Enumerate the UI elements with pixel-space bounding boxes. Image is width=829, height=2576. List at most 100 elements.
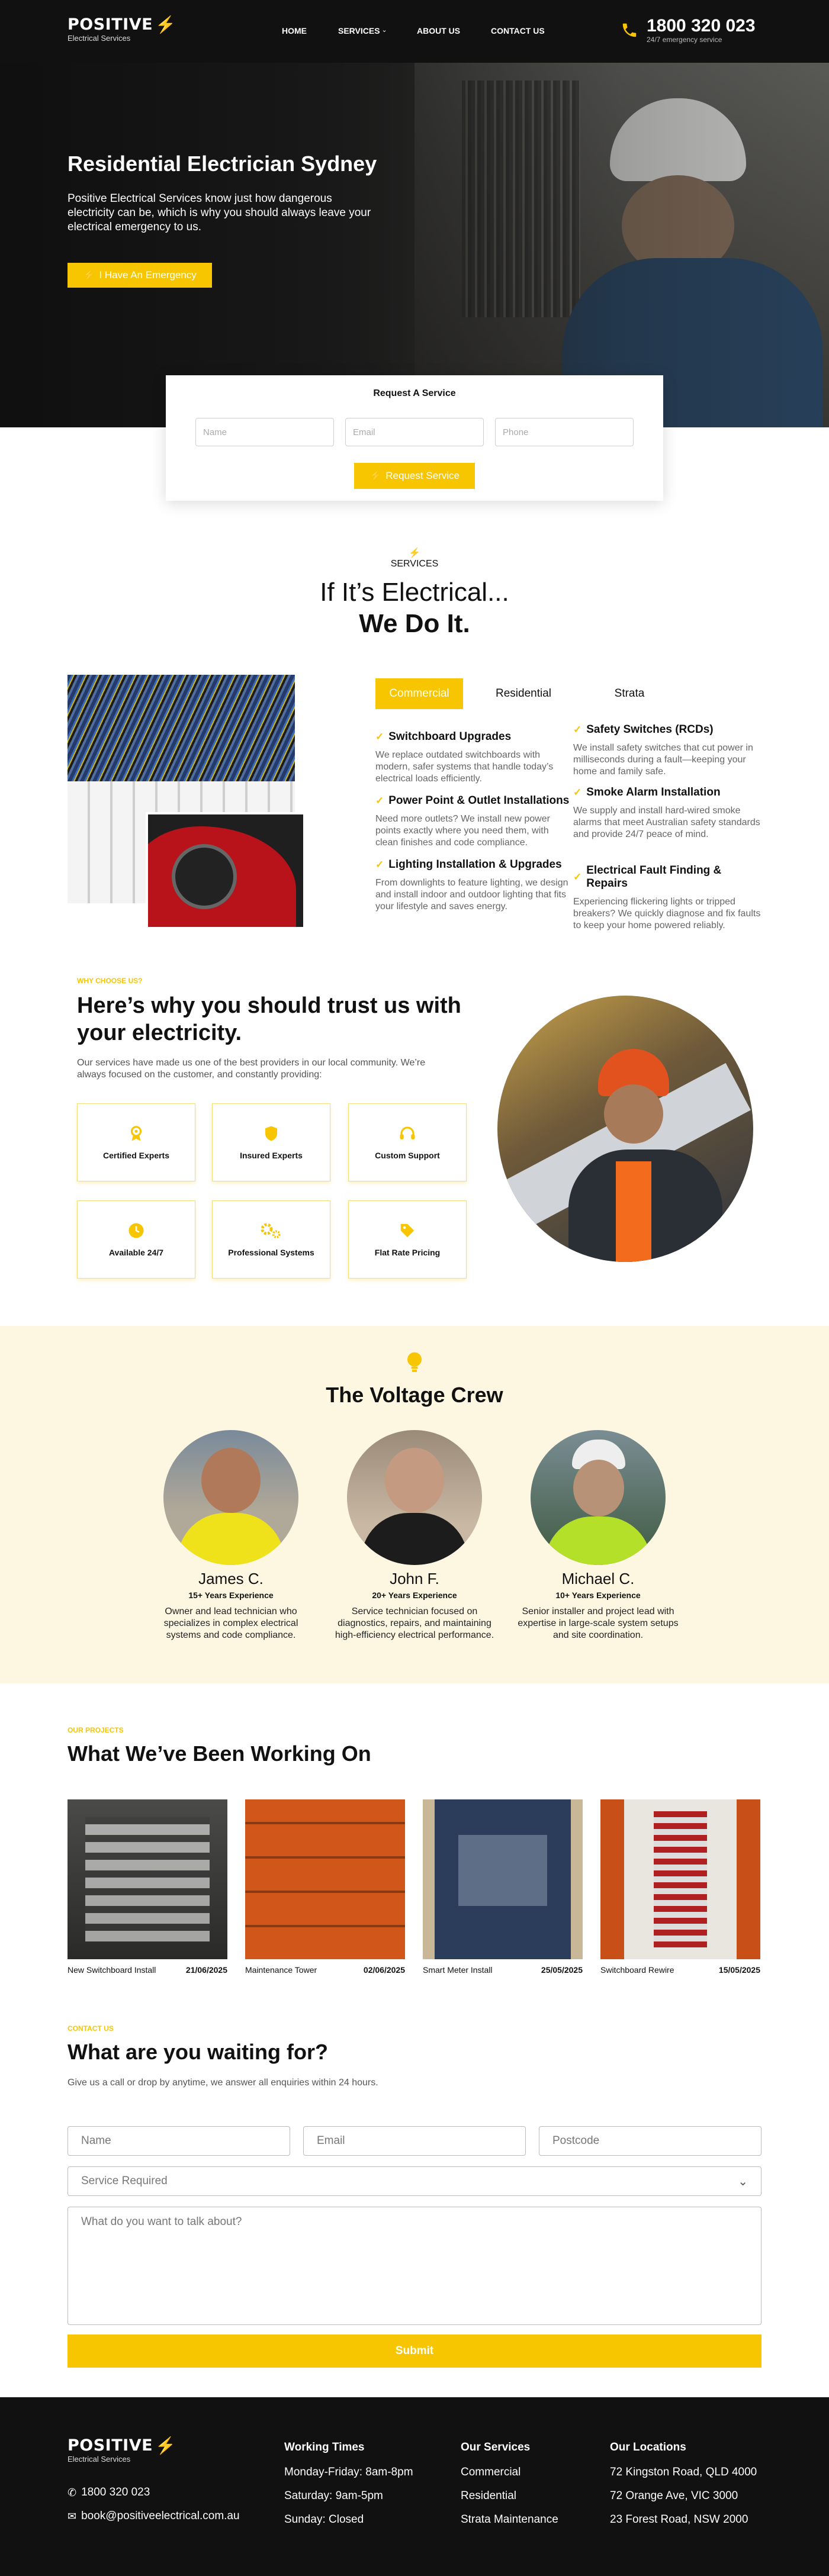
hero-title: Residential Electrician Sydney [68, 152, 377, 176]
request-email-input[interactable]: Email [345, 418, 484, 446]
services-eyebrow: SERVICES [390, 559, 439, 569]
services-header: ⚡ SERVICES If It’s Electrical... We Do I… [0, 547, 829, 640]
nav-services-label: SERVICES [338, 26, 380, 36]
check-icon: ✓ [573, 871, 582, 883]
contact-heading: What are you waiting for? [68, 2040, 329, 2064]
logo[interactable]: POSITIVE ⚡ Electrical Services [68, 15, 176, 43]
bolt-icon: ⚡ [155, 15, 176, 34]
check-icon: ✓ [375, 731, 384, 742]
crew-experience: 15+ Years Experience [188, 1590, 274, 1600]
crew-heading: The Voltage Crew [326, 1383, 503, 1407]
request-phone-input[interactable]: Phone [495, 418, 634, 446]
submit-button[interactable]: Submit [68, 2334, 761, 2368]
service-desc: We replace outdated switchboards with mo… [375, 750, 554, 784]
footer-logo-subtitle: Electrical Services [68, 2455, 131, 2464]
trust-eyebrow: WHY CHOOSE US? [77, 977, 143, 985]
footer-service-link[interactable]: Residential [461, 2490, 558, 2503]
project-image-switchboard-rewire[interactable] [600, 1799, 760, 1959]
chevron-down-icon: ⌄ [381, 27, 387, 34]
contact-postcode-input[interactable]: Postcode [539, 2126, 761, 2156]
footer-logo[interactable]: POSITIVE ⚡ Electrical Services [68, 2436, 176, 2464]
nav-home[interactable]: HOME [282, 26, 307, 36]
emergency-button[interactable]: ⚡ I Have An Emergency [68, 263, 212, 288]
footer-service-link[interactable]: Commercial [461, 2466, 558, 2479]
project-caption-row: Smart Meter Install 25/05/2025 [423, 1965, 583, 1975]
request-service-button[interactable]: ⚡ Request Service [354, 463, 475, 489]
gears-icon [261, 1223, 281, 1239]
clock-icon [128, 1223, 144, 1238]
service-title: Electrical Fault Finding & Repairs [586, 864, 722, 890]
phone-icon [622, 23, 637, 37]
footer-email[interactable]: ✉ book@positiveelectrical.com.au [68, 2510, 240, 2523]
crew-member: James C. 15+ Years Experience Owner and … [142, 1570, 320, 1641]
footer-services: Our Services Commercial Residential Stra… [461, 2441, 558, 2526]
message-textarea[interactable]: What do you want to talk about? [68, 2207, 761, 2325]
project-image-smart-meter[interactable] [423, 1799, 583, 1959]
project-caption: Switchboard Rewire [600, 1965, 674, 1975]
crew-section: The Voltage Crew James C. 15+ Years Expe… [0, 1326, 829, 1683]
hero-overlay [0, 63, 829, 427]
crew-experience: 10+ Years Experience [555, 1590, 641, 1600]
award-icon [130, 1126, 142, 1141]
crew-photo-james [163, 1430, 298, 1565]
request-name-input[interactable]: Name [195, 418, 334, 446]
crew-photo-john [347, 1430, 482, 1565]
tab-strata[interactable]: Strata [586, 678, 673, 709]
project-date: 25/05/2025 [541, 1965, 583, 1975]
tab-commercial[interactable]: Commercial [375, 678, 463, 709]
project-caption-row: New Switchboard Install 21/06/2025 [68, 1965, 227, 1975]
service-required-select[interactable]: Service Required ⌄ [68, 2166, 761, 2196]
feature-label: Flat Rate Pricing [374, 1248, 441, 1257]
feature-label: Available 24/7 [108, 1248, 164, 1257]
project-date: 21/06/2025 [185, 1965, 227, 1975]
crew-name: John F. [390, 1570, 439, 1588]
footer-location: 72 Kingston Road, QLD 4000 [610, 2466, 757, 2478]
projects-eyebrow: OUR PROJECTS [68, 1726, 124, 1734]
service-desc: We install safety switches that cut powe… [573, 743, 753, 777]
tab-residential[interactable]: Residential [480, 678, 567, 709]
footer-locations-title: Our Locations [610, 2441, 686, 2453]
projects-heading: What We’ve Been Working On [68, 1741, 371, 1766]
header-phone[interactable]: 1800 320 023 24/7 emergency service [621, 17, 756, 44]
contact-eyebrow: CONTACT US [68, 2024, 114, 2033]
footer-hours-item: Monday-Friday: 8am-8pm [284, 2466, 413, 2478]
footer-phone[interactable]: ✆ 1800 320 023 [68, 2486, 150, 2499]
lightbulb-icon [407, 1352, 422, 1372]
footer-hours-item: Saturday: 9am-5pm [284, 2490, 383, 2502]
feature-certified-experts: Certified Experts [77, 1103, 195, 1181]
service-title: Switchboard Upgrades [388, 730, 512, 743]
nav-services[interactable]: SERVICES ⌄ [338, 26, 387, 36]
feature-custom-support: Custom Support [348, 1103, 467, 1181]
service-title: Power Point & Outlet Installations [388, 794, 570, 807]
contact-name-input[interactable]: Name [68, 2126, 290, 2156]
footer-hours-item: Sunday: Closed [284, 2513, 364, 2526]
service-item: ✓ Safety Switches (RCDs) We install safet… [573, 723, 763, 778]
check-icon: ✓ [375, 795, 384, 806]
feature-label: Insured Experts [240, 1151, 303, 1160]
project-date: 02/06/2025 [363, 1965, 405, 1975]
bolt-icon: ⚡ [369, 470, 383, 481]
service-desc: Experiencing flickering lights or trippe… [573, 897, 761, 930]
footer-service-link[interactable]: Strata Maintenance [461, 2513, 558, 2526]
project-image-maintenance-tower[interactable] [245, 1799, 405, 1959]
request-title: Request A Service [373, 388, 456, 398]
crew-description: Senior installer and project lead with e… [518, 1606, 679, 1640]
footer-hours: Working Times Monday-Friday: 8am-8pm Sat… [284, 2441, 413, 2526]
crew-name: James C. [198, 1570, 264, 1588]
contact-email-input[interactable]: Email [303, 2126, 526, 2156]
crew-description: Owner and lead technician who specialize… [163, 1606, 298, 1640]
project-caption: New Switchboard Install [68, 1965, 156, 1975]
multimeter-image [146, 812, 306, 929]
hero-text: Positive Electrical Services know just h… [68, 192, 371, 233]
tag-icon [400, 1223, 415, 1238]
check-icon: ✓ [573, 787, 582, 798]
service-title: Safety Switches (RCDs) [586, 723, 714, 736]
footer-email-address: book@positiveelectrical.com.au [81, 2510, 240, 2522]
contact-text: Give us a call or drop by anytime, we an… [68, 2078, 378, 2088]
service-desc: Need more outlets? We install new power … [375, 814, 550, 848]
services-heading-2: We Do It. [359, 609, 470, 638]
project-image-switchboard-install[interactable] [68, 1799, 227, 1959]
nav-contact[interactable]: CONTACT US [491, 26, 545, 36]
service-item: ✓ Electrical Fault Finding & Repairs Expe… [573, 864, 763, 932]
nav-about[interactable]: ABOUT US [417, 26, 460, 36]
